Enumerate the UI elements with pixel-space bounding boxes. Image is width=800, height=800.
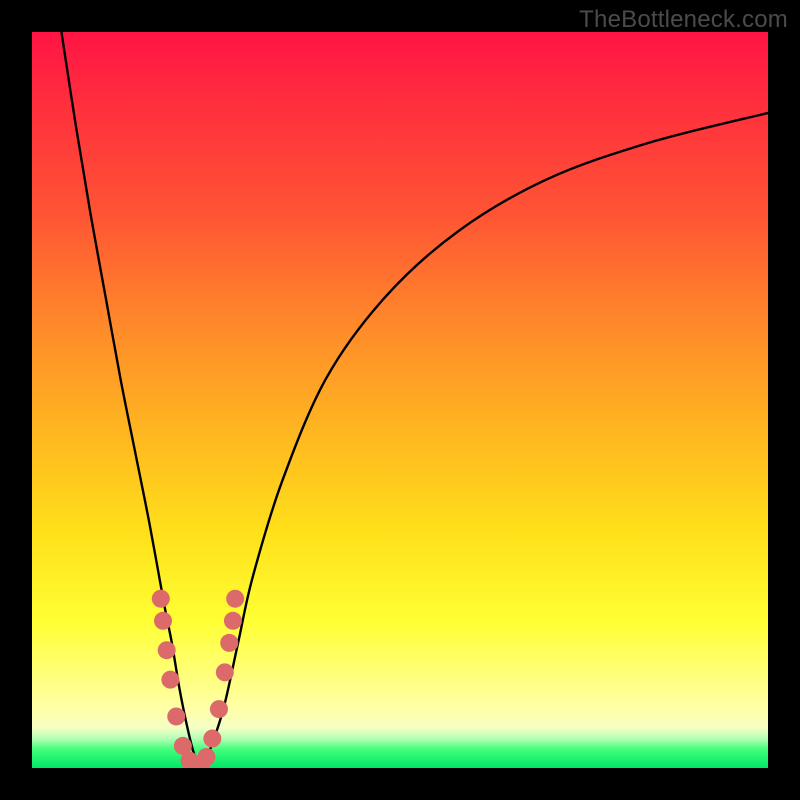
marker-dot <box>203 730 221 748</box>
marker-dot <box>158 641 176 659</box>
plot-area <box>32 32 768 768</box>
curve-layer <box>32 32 768 768</box>
marker-dot <box>226 590 244 608</box>
marker-dot <box>161 671 179 689</box>
marker-dot <box>210 700 228 718</box>
marker-dot <box>154 612 172 630</box>
marker-dot <box>220 634 238 652</box>
marker-dot <box>152 590 170 608</box>
marker-cluster <box>152 590 244 768</box>
watermark-text: TheBottleneck.com <box>579 6 788 34</box>
marker-dot <box>224 612 242 630</box>
marker-dot <box>197 748 215 766</box>
chart-frame: TheBottleneck.com <box>0 0 800 800</box>
marker-dot <box>167 707 185 725</box>
marker-dot <box>216 663 234 681</box>
